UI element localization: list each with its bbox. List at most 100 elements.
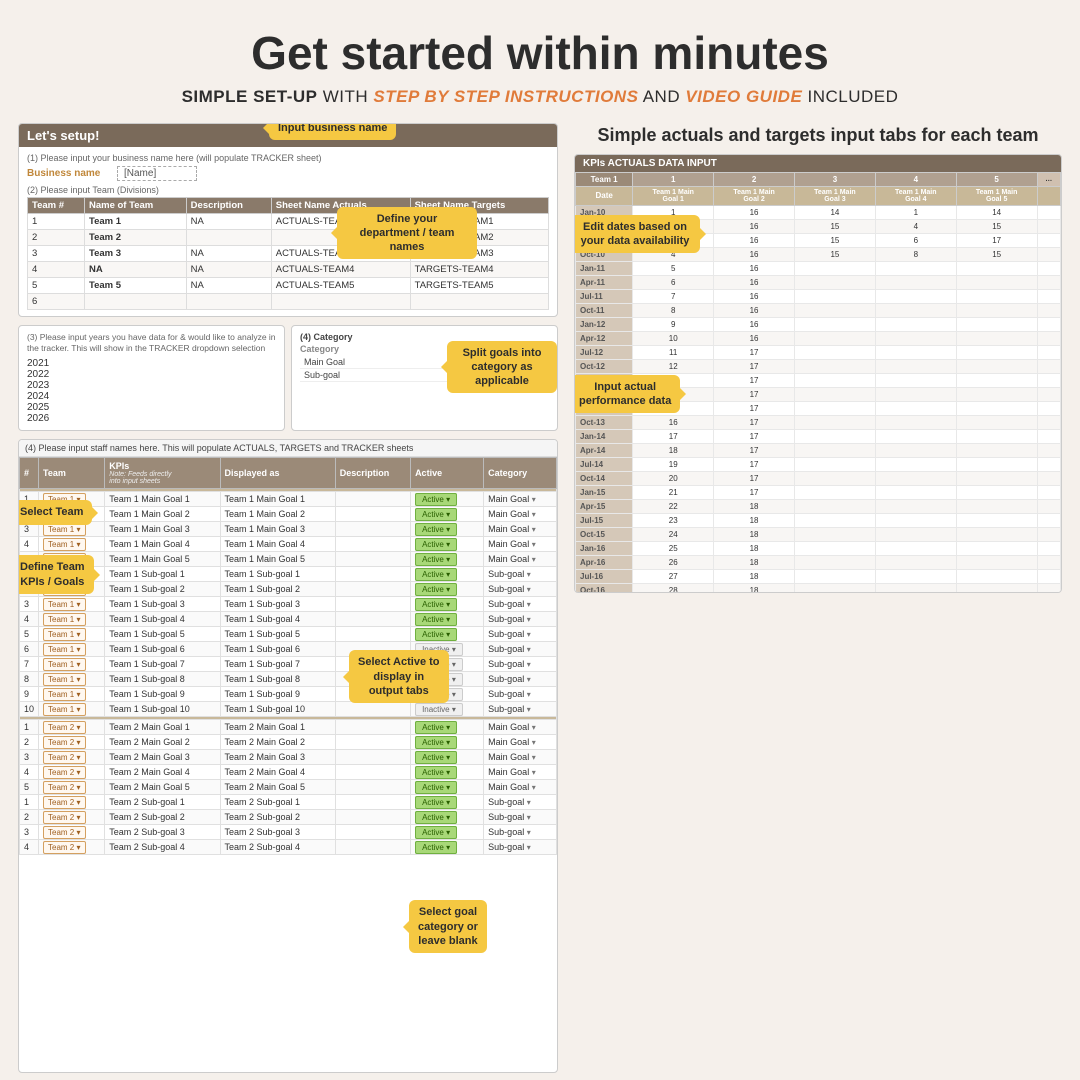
actuals-value-cell[interactable]: 24	[633, 527, 714, 541]
actuals-value-cell[interactable]	[795, 317, 876, 331]
team-select[interactable]: Team 2 ▾	[43, 766, 85, 779]
actuals-value-cell[interactable]: 17	[714, 401, 795, 415]
actuals-value-cell[interactable]: 18	[714, 555, 795, 569]
cat-dropdown-arrow[interactable]: ▾	[532, 495, 536, 504]
actuals-value-cell[interactable]	[956, 331, 1037, 345]
actuals-value-cell[interactable]: 16	[714, 233, 795, 247]
actuals-value-cell[interactable]: 20	[633, 471, 714, 485]
actuals-value-cell[interactable]	[875, 359, 956, 373]
actuals-value-cell[interactable]	[795, 541, 876, 555]
cat-dropdown-arrow[interactable]: ▾	[527, 630, 531, 639]
actuals-value-cell[interactable]	[956, 289, 1037, 303]
cat-dropdown-arrow[interactable]: ▾	[527, 690, 531, 699]
actuals-value-cell[interactable]: 22	[633, 499, 714, 513]
actuals-value-cell[interactable]: 15	[795, 219, 876, 233]
actuals-value-cell[interactable]	[795, 275, 876, 289]
actuals-value-cell[interactable]: 18	[714, 583, 795, 592]
actuals-value-cell[interactable]: 16	[633, 415, 714, 429]
actuals-value-cell[interactable]	[795, 583, 876, 592]
actuals-value-cell[interactable]	[875, 457, 956, 471]
actuals-value-cell[interactable]: 17	[714, 471, 795, 485]
team-select[interactable]: Team 1 ▾	[43, 598, 85, 611]
actuals-value-cell[interactable]	[795, 345, 876, 359]
status-badge[interactable]: Active ▾	[415, 523, 457, 536]
actuals-value-cell[interactable]: 27	[633, 569, 714, 583]
actuals-value-cell[interactable]: 5	[633, 261, 714, 275]
team-select[interactable]: Team 1 ▾	[43, 613, 85, 626]
actuals-value-cell[interactable]	[956, 485, 1037, 499]
actuals-value-cell[interactable]	[795, 569, 876, 583]
actuals-value-cell[interactable]: 6	[875, 233, 956, 247]
actuals-value-cell[interactable]	[956, 471, 1037, 485]
team-select[interactable]: Team 2 ▾	[43, 811, 85, 824]
team-select[interactable]: Team 2 ▾	[43, 781, 85, 794]
actuals-value-cell[interactable]	[875, 527, 956, 541]
cat-dropdown-arrow[interactable]: ▾	[532, 555, 536, 564]
actuals-value-cell[interactable]: 28	[633, 583, 714, 592]
actuals-value-cell[interactable]	[795, 499, 876, 513]
actuals-value-cell[interactable]	[956, 317, 1037, 331]
status-badge[interactable]: Active ▾	[415, 613, 457, 626]
cat-dropdown-arrow[interactable]: ▾	[527, 645, 531, 654]
actuals-value-cell[interactable]	[875, 345, 956, 359]
actuals-value-cell[interactable]	[875, 429, 956, 443]
team-select[interactable]: Team 2 ▾	[43, 841, 85, 854]
actuals-value-cell[interactable]: 16	[714, 317, 795, 331]
cat-dropdown-arrow[interactable]: ▾	[527, 813, 531, 822]
actuals-value-cell[interactable]: 8	[633, 303, 714, 317]
actuals-value-cell[interactable]	[795, 261, 876, 275]
actuals-value-cell[interactable]: 18	[633, 443, 714, 457]
actuals-value-cell[interactable]	[875, 387, 956, 401]
actuals-value-cell[interactable]	[956, 569, 1037, 583]
actuals-value-cell[interactable]	[956, 275, 1037, 289]
actuals-value-cell[interactable]	[875, 471, 956, 485]
actuals-value-cell[interactable]	[875, 569, 956, 583]
actuals-value-cell[interactable]	[875, 289, 956, 303]
actuals-value-cell[interactable]	[875, 401, 956, 415]
status-badge[interactable]: Active ▾	[415, 568, 457, 581]
status-badge[interactable]: Active ▾	[415, 796, 457, 809]
status-badge[interactable]: Active ▾	[415, 736, 457, 749]
actuals-value-cell[interactable]: 15	[795, 233, 876, 247]
actuals-value-cell[interactable]	[795, 429, 876, 443]
actuals-value-cell[interactable]	[956, 457, 1037, 471]
cat-dropdown-arrow[interactable]: ▾	[532, 738, 536, 747]
actuals-value-cell[interactable]: 18	[714, 527, 795, 541]
team-select[interactable]: Team 2 ▾	[43, 721, 85, 734]
actuals-value-cell[interactable]	[795, 387, 876, 401]
team-select[interactable]: Team 2 ▾	[43, 796, 85, 809]
actuals-value-cell[interactable]	[875, 373, 956, 387]
status-badge[interactable]: Active ▾	[415, 598, 457, 611]
actuals-value-cell[interactable]	[795, 331, 876, 345]
actuals-value-cell[interactable]	[875, 331, 956, 345]
team-select[interactable]: Team 1 ▾	[43, 658, 85, 671]
cat-dropdown-arrow[interactable]: ▾	[527, 600, 531, 609]
actuals-value-cell[interactable]: 17	[714, 429, 795, 443]
status-badge[interactable]: Active ▾	[415, 811, 457, 824]
actuals-value-cell[interactable]: 16	[714, 331, 795, 345]
actuals-value-cell[interactable]: 9	[633, 317, 714, 331]
actuals-value-cell[interactable]: 23	[633, 513, 714, 527]
actuals-value-cell[interactable]	[875, 541, 956, 555]
status-badge[interactable]: Active ▾	[415, 841, 457, 854]
actuals-value-cell[interactable]: 6	[633, 275, 714, 289]
actuals-value-cell[interactable]	[875, 555, 956, 569]
status-badge[interactable]: Active ▾	[415, 751, 457, 764]
team-select[interactable]: Team 1 ▾	[43, 688, 85, 701]
cat-dropdown-arrow[interactable]: ▾	[532, 540, 536, 549]
actuals-value-cell[interactable]	[795, 289, 876, 303]
team-select[interactable]: Team 2 ▾	[43, 826, 85, 839]
status-badge[interactable]: Inactive ▾	[415, 703, 463, 716]
cat-dropdown-arrow[interactable]: ▾	[532, 783, 536, 792]
actuals-value-cell[interactable]: 8	[875, 247, 956, 261]
actuals-value-cell[interactable]: 16	[714, 289, 795, 303]
actuals-value-cell[interactable]: 21	[633, 485, 714, 499]
actuals-value-cell[interactable]: 16	[714, 219, 795, 233]
actuals-value-cell[interactable]	[795, 443, 876, 457]
actuals-value-cell[interactable]	[956, 345, 1037, 359]
cat-dropdown-arrow[interactable]: ▾	[527, 798, 531, 807]
biz-name-input[interactable]: [Name]	[117, 166, 197, 181]
actuals-value-cell[interactable]	[795, 527, 876, 541]
team-select[interactable]: Team 1 ▾	[43, 538, 85, 551]
actuals-value-cell[interactable]: 7	[633, 289, 714, 303]
